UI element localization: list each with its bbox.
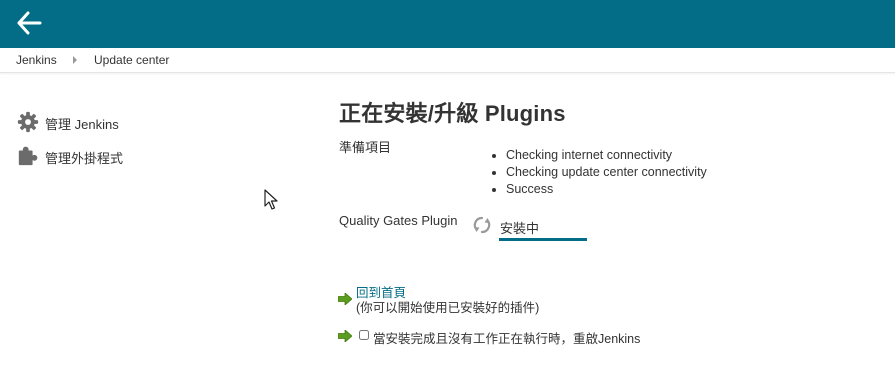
breadcrumb: Jenkins Update center (0, 48, 895, 73)
arrow-left-icon[interactable] (14, 8, 44, 38)
plugin-progress-bar (499, 238, 587, 241)
plugin-progress-fill (499, 238, 587, 241)
restart-checkbox[interactable] (359, 330, 369, 340)
sidebar-item-label: 管理外掛程式 (45, 151, 124, 166)
list-item: Checking update center connectivity (506, 164, 707, 181)
restart-checkbox-label[interactable]: 當安裝完成且沒有工作正在執行時，重啟Jenkins (373, 328, 640, 347)
breadcrumb-item-update-center[interactable]: Update center (94, 53, 169, 67)
sidebar-item-label: 管理 Jenkins (45, 117, 119, 132)
breadcrumb-item-jenkins[interactable]: Jenkins (16, 53, 57, 67)
page-title: 正在安裝/升級 Plugins (339, 101, 566, 126)
preparation-label: 準備項目 (339, 140, 392, 155)
top-header-bar (0, 0, 895, 48)
refresh-spinner-icon (473, 216, 491, 234)
triangle-right-icon (73, 56, 77, 64)
green-arrow-icon (338, 330, 352, 342)
go-home-note: (你可以開始使用已安裝好的插件) (356, 301, 540, 315)
green-arrow-icon (338, 293, 352, 305)
mouse-pointer-icon (264, 189, 278, 210)
plugin-install-status: 安裝中 (500, 221, 540, 236)
preparation-check-list: Checking internet connectivity Checking … (492, 147, 707, 198)
list-item: Checking internet connectivity (506, 147, 707, 164)
puzzle-piece-icon (18, 146, 38, 166)
gear-icon (17, 111, 39, 133)
list-item: Success (506, 181, 707, 198)
plugin-name: Quality Gates Plugin (339, 213, 458, 228)
